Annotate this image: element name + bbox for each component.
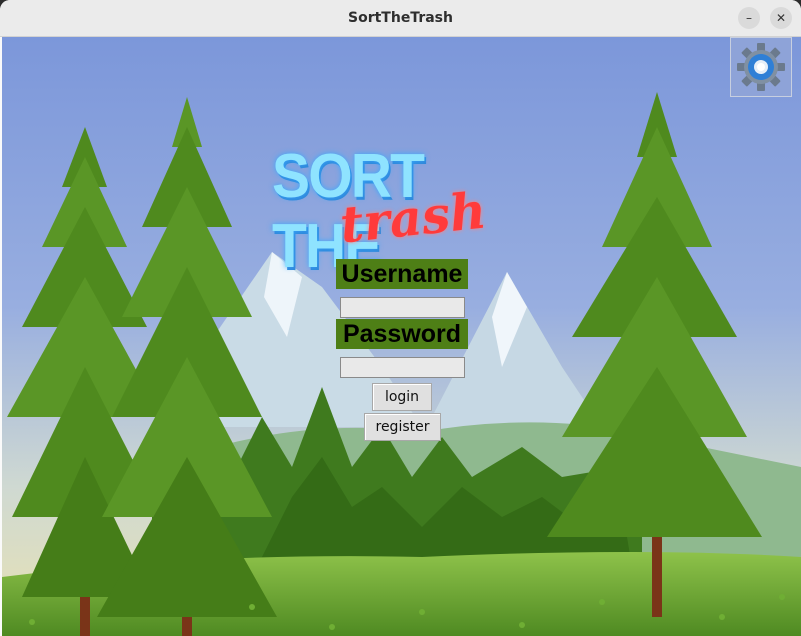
- password-field[interactable]: [340, 357, 465, 378]
- window-title: SortTheTrash: [348, 10, 453, 26]
- username-field[interactable]: [340, 297, 465, 318]
- username-label: Username: [336, 259, 468, 289]
- app-window: SortTheTrash – ✕ SORT THE trash Username…: [0, 0, 801, 636]
- game-logo: SORT THE trash: [270, 142, 540, 281]
- settings-button[interactable]: [730, 37, 792, 97]
- login-button[interactable]: login: [372, 383, 432, 411]
- register-button[interactable]: register: [364, 413, 441, 441]
- minimize-button[interactable]: –: [738, 7, 760, 29]
- gear-icon: [737, 43, 785, 91]
- password-label: Password: [336, 319, 468, 349]
- close-button[interactable]: ✕: [770, 7, 792, 29]
- title-bar: SortTheTrash – ✕: [0, 0, 801, 37]
